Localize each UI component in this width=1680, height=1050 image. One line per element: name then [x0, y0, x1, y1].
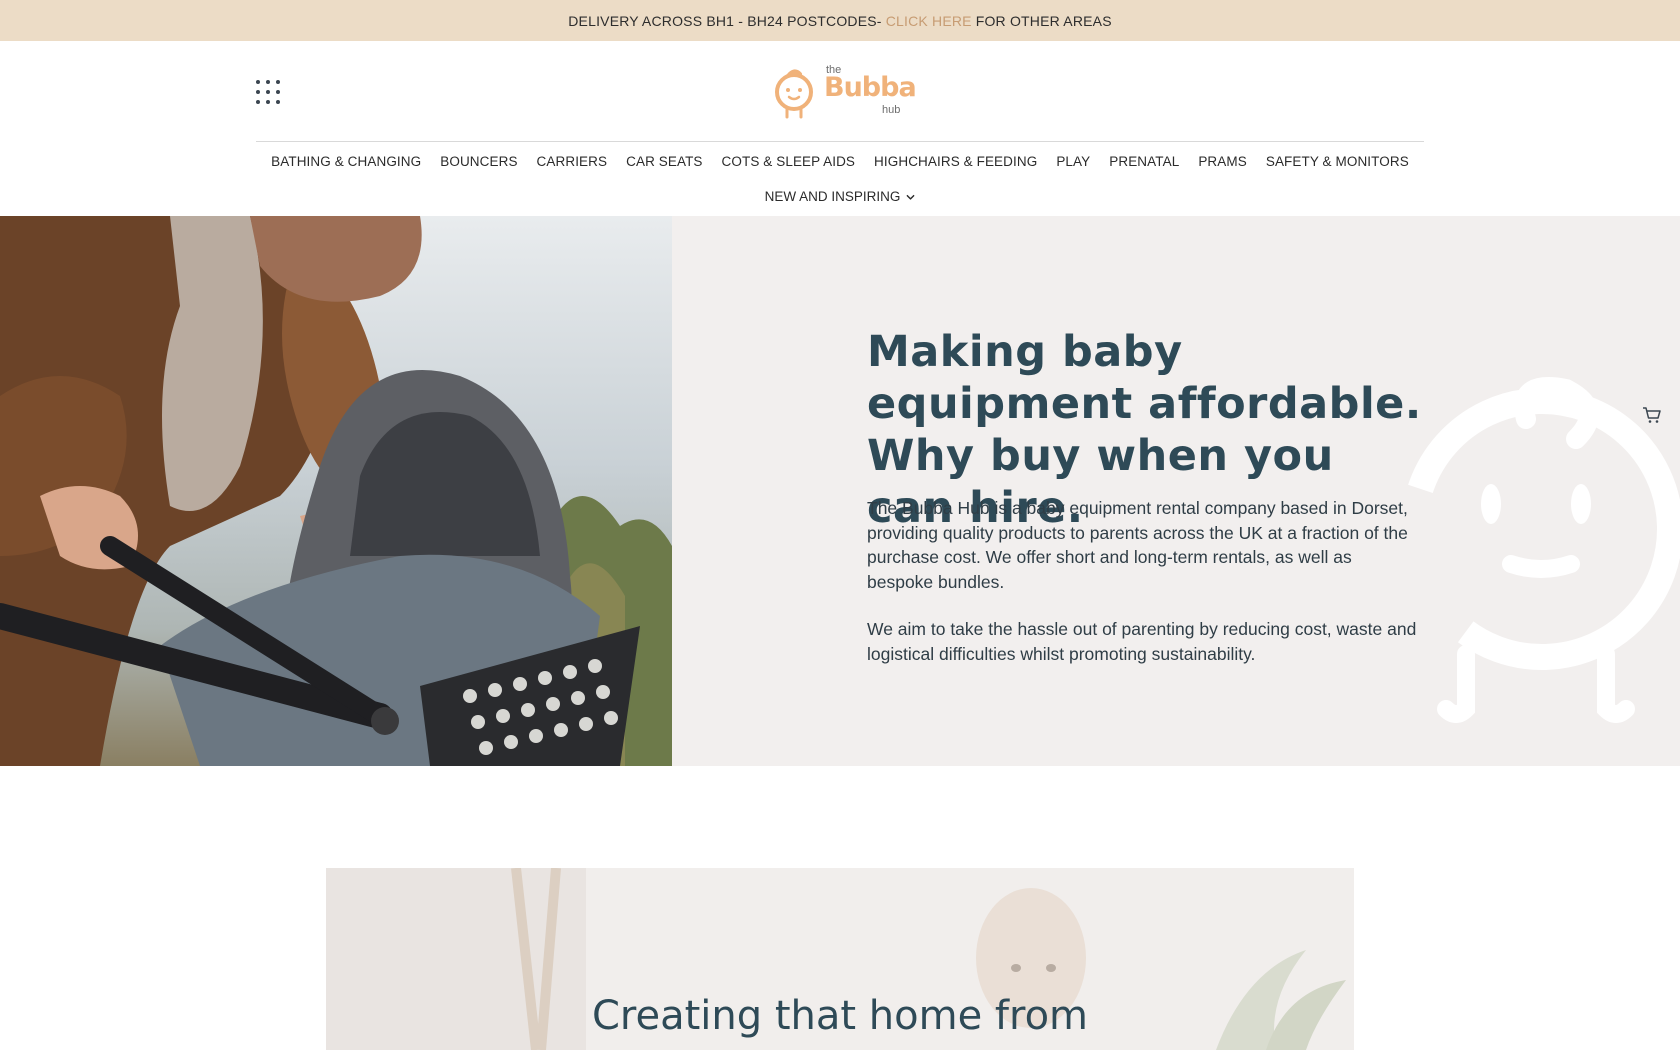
hero-paragraph-1: The Bubba Hub is a baby equipment rental… — [867, 498, 1408, 592]
nav-new-and-inspiring[interactable]: NEW AND INSPIRING — [765, 186, 901, 208]
announcement-bar: DELIVERY ACROSS BH1 - BH24 POSTCODES- CL… — [0, 0, 1680, 41]
logo-word: Bubba — [824, 72, 917, 103]
mascot-watermark-icon — [1401, 377, 1680, 723]
chevron-down-icon[interactable] — [906, 193, 915, 202]
header-divider — [256, 141, 1424, 142]
nav-prenatal[interactable]: PRENATAL — [1109, 151, 1179, 173]
logo-mascot-icon — [775, 69, 813, 119]
hero-image — [0, 216, 672, 766]
nav-car-seats[interactable]: CAR SEATS — [626, 151, 702, 173]
nav-dropdown-row: NEW AND INSPIRING — [0, 186, 1680, 208]
hero-section: Making baby equipment affordable. Why bu… — [0, 216, 1680, 766]
nav-cots-sleep-aids[interactable]: COTS & SLEEP AIDS — [722, 151, 856, 173]
nav-play[interactable]: PLAY — [1056, 151, 1090, 173]
nav-bathing-changing[interactable]: BATHING & CHANGING — [271, 151, 421, 173]
main-nav: BATHING & CHANGING BOUNCERS CARRIERS CAR… — [0, 151, 1680, 173]
logo-hub: hub — [882, 104, 901, 116]
cart-icon[interactable] — [1642, 405, 1662, 425]
announcement-prefix: DELIVERY ACROSS BH1 - BH24 POSTCODES- — [568, 12, 882, 29]
nav-prams[interactable]: PRAMS — [1198, 151, 1247, 173]
nav-carriers[interactable]: CARRIERS — [537, 151, 608, 173]
section2-title: Creating that home from — [591, 993, 1088, 1039]
logo-word-text: Bubba — [824, 72, 917, 103]
nav-highchairs-feeding[interactable]: HIGHCHAIRS & FEEDING — [874, 151, 1037, 173]
hero-paragraph-2: We aim to take the hassle out of parenti… — [867, 619, 1417, 664]
announcement-suffix: FOR OTHER AREAS — [975, 12, 1112, 29]
logo[interactable]: the Bubba hub — [772, 60, 917, 122]
nav-safety-monitors[interactable]: SAFETY & MONITORS — [1266, 151, 1409, 173]
nav-bouncers[interactable]: BOUNCERS — [440, 151, 517, 173]
menu-icon[interactable] — [256, 80, 280, 104]
announcement-link[interactable]: CLICK HERE — [886, 13, 972, 29]
